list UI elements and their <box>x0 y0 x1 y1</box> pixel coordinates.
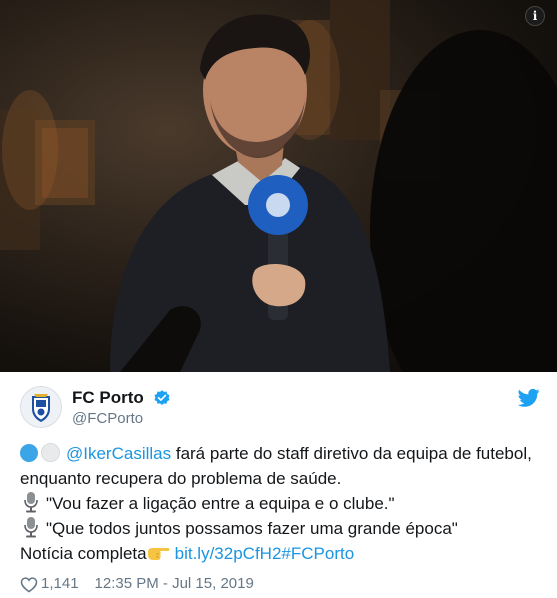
tweet-quote-1: "Vou fazer a ligação entre a equipa e o … <box>20 491 540 516</box>
tweet-quote-2: "Que todos juntos possamos fazer uma gra… <box>20 516 540 541</box>
fc-porto-crest-icon <box>32 394 50 422</box>
quote-2-text: "Que todos juntos possamos fazer uma gra… <box>46 519 458 538</box>
microphone-emoji-icon <box>24 492 38 513</box>
pointing-hand-emoji-icon <box>147 548 170 560</box>
tweet-text: @IkerCasillas fará parte do staff direti… <box>20 441 540 566</box>
tweet-header: FC Porto @FCPorto <box>20 384 540 434</box>
author-names: FC Porto @FCPorto <box>72 388 171 429</box>
white-circle-emoji-icon <box>41 443 60 462</box>
tweet-footer: 1,141 12:35 PM - Jul 15, 2019 <box>20 575 254 593</box>
short-link[interactable]: bit.ly/32pCfH2 <box>175 544 282 563</box>
hashtag-link[interactable]: #FCPorto <box>281 544 354 563</box>
like-count[interactable]: 1,141 <box>41 575 79 592</box>
twitter-bird-icon[interactable] <box>518 388 540 408</box>
photo-illustration <box>0 0 557 372</box>
fc-porto-avatar[interactable] <box>20 386 62 428</box>
author-handle[interactable]: @FCPorto <box>72 409 171 429</box>
news-label: Notícia completa <box>20 544 147 563</box>
tweet-photo[interactable]: i <box>0 0 557 372</box>
blue-circle-emoji-icon <box>20 444 38 462</box>
like-heart-icon[interactable] <box>20 576 38 593</box>
verified-badge-icon <box>154 390 170 406</box>
author-display-name[interactable]: FC Porto <box>72 388 144 408</box>
microphone-emoji-icon <box>24 517 38 538</box>
tweet-timestamp[interactable]: 12:35 PM - Jul 15, 2019 <box>95 575 254 592</box>
mention-link[interactable]: @IkerCasillas <box>66 444 171 463</box>
tweet-card: i FC Porto @FCPorto @IkerCasillas fará p… <box>0 0 557 598</box>
quote-1-text: "Vou fazer a ligação entre a equipa e o … <box>46 494 395 513</box>
tweet-news-line: Notícia completa bit.ly/32pCfH2#FCPorto <box>20 541 540 566</box>
image-info-icon[interactable]: i <box>525 6 545 26</box>
tweet-line-1: @IkerCasillas fará parte do staff direti… <box>20 441 540 491</box>
